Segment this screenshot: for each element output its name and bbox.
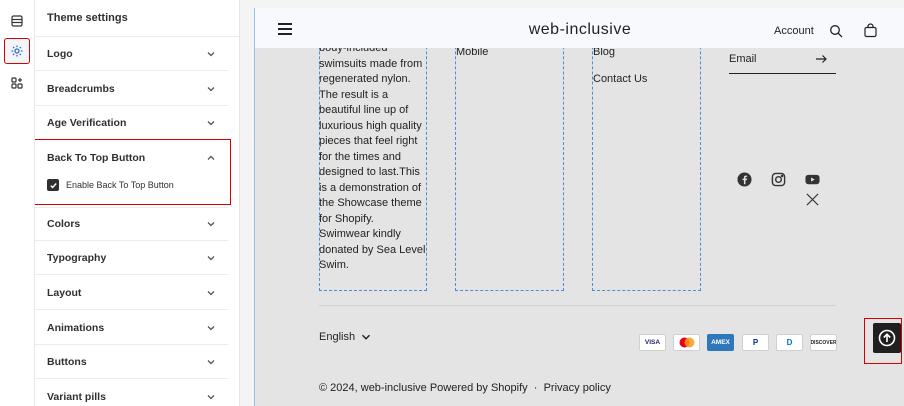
section-typography[interactable]: Typography xyxy=(35,241,228,275)
sections-icon xyxy=(11,15,23,27)
arrow-up-circle-icon xyxy=(878,329,896,347)
instagram-icon[interactable] xyxy=(771,172,786,187)
email-input[interactable]: Email xyxy=(729,53,757,65)
chevron-down-icon xyxy=(362,334,371,340)
section-label: Colors xyxy=(47,218,81,230)
chevron-down-icon xyxy=(207,86,215,91)
apps-icon xyxy=(11,77,23,89)
chevron-down-icon xyxy=(207,120,215,125)
chevron-down-icon xyxy=(207,394,215,399)
diners-icon: D xyxy=(776,334,803,351)
section-label: Breadcrumbs xyxy=(47,82,115,95)
facebook-icon[interactable] xyxy=(737,172,752,187)
section-label: Buttons xyxy=(47,355,87,368)
icon-rail xyxy=(0,0,35,406)
back-to-top-button[interactable] xyxy=(873,323,901,353)
store-header: web-inclusive Account xyxy=(255,8,904,48)
chevron-down-icon xyxy=(207,255,215,260)
search-icon[interactable] xyxy=(829,24,843,38)
discover-icon: DISCOVER xyxy=(810,334,837,351)
section-label: Logo xyxy=(47,47,73,60)
settings-panel: Theme settings Logo Breadcrumbs Age Veri… xyxy=(35,0,240,406)
chevron-down-icon xyxy=(207,325,215,330)
section-label: Animations xyxy=(47,321,105,334)
copyright-label: © 2024, web-inclusive Powered by Shopify xyxy=(319,382,528,394)
amex-icon: AMEX xyxy=(707,334,734,351)
chevron-down-icon xyxy=(207,290,215,295)
section-age-verification[interactable]: Age Verification xyxy=(35,106,228,140)
x-twitter-icon[interactable] xyxy=(805,192,820,207)
section-label: Variant pills xyxy=(47,390,106,403)
section-breadcrumbs[interactable]: Breadcrumbs xyxy=(35,72,228,106)
copyright-text: © 2024, web-inclusive Powered by Shopify… xyxy=(319,382,611,394)
store-preview: body-included swimsuits made from regene… xyxy=(254,8,904,406)
footer-divider xyxy=(319,305,836,306)
visa-icon: VISA xyxy=(639,334,666,351)
apps-button[interactable] xyxy=(4,70,30,96)
arrow-right-icon[interactable] xyxy=(815,53,827,65)
section-label: Age Verification xyxy=(47,116,127,129)
paypal-icon: P xyxy=(742,334,769,351)
privacy-policy-link[interactable]: Privacy policy xyxy=(544,382,611,394)
section-buttons[interactable]: Buttons xyxy=(35,345,228,379)
separator: · xyxy=(530,382,544,394)
section-label: Typography xyxy=(47,251,107,264)
chevron-down-icon xyxy=(207,51,215,56)
section-layout[interactable]: Layout xyxy=(35,276,228,310)
chevron-down-icon xyxy=(207,222,215,227)
section-label: Layout xyxy=(47,286,82,299)
footer-link-contact[interactable]: Contact Us xyxy=(593,73,647,85)
theme-settings-button[interactable] xyxy=(4,38,30,64)
cart-icon[interactable] xyxy=(863,23,878,38)
theme-editor: Theme settings Logo Breadcrumbs Age Veri… xyxy=(0,0,904,406)
language-label: English xyxy=(319,331,356,343)
panel-title: Theme settings xyxy=(47,12,128,24)
sections-button[interactable] xyxy=(4,8,30,34)
section-animations[interactable]: Animations xyxy=(35,311,228,345)
chevron-down-icon xyxy=(207,359,215,364)
section-variant-pills[interactable]: Variant pills xyxy=(35,380,228,406)
highlight-box xyxy=(35,139,231,205)
section-logo[interactable]: Logo xyxy=(35,37,228,71)
section-colors[interactable]: Colors xyxy=(35,207,228,241)
language-selector[interactable]: English xyxy=(319,331,371,343)
about-text: body-included swimsuits made from regene… xyxy=(319,42,426,271)
youtube-icon[interactable] xyxy=(805,172,820,187)
mastercard-icon xyxy=(673,334,700,351)
email-underline xyxy=(729,73,836,74)
account-link[interactable]: Account xyxy=(774,25,814,37)
gear-icon xyxy=(11,45,23,57)
